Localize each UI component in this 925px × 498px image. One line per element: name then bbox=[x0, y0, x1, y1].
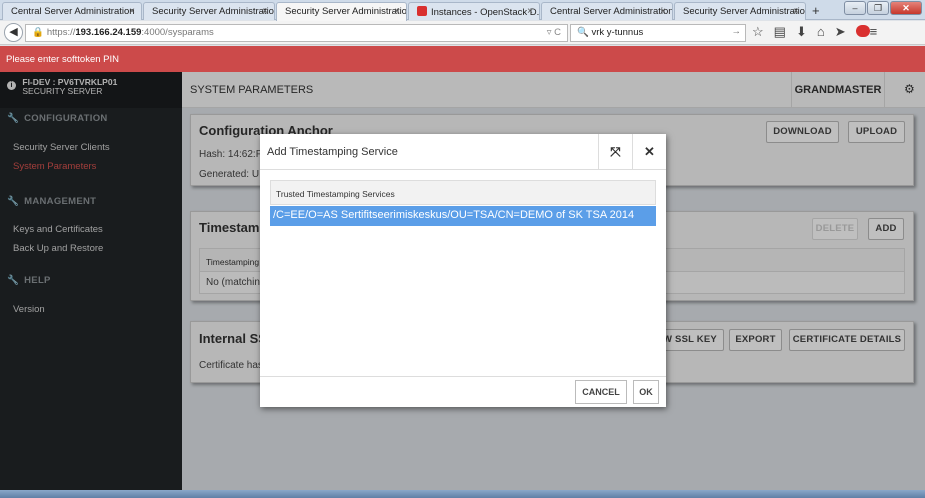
browser-tab-label: Central Server Administration bbox=[11, 6, 135, 17]
menu-icon[interactable]: ≡ bbox=[870, 24, 888, 39]
browser-tab-active[interactable]: Security Server Administration × bbox=[276, 2, 407, 21]
bookmark-star-icon[interactable]: ☆ bbox=[752, 24, 774, 39]
lock-icon: 🔒 bbox=[32, 27, 44, 38]
browser-tab-label: Central Server Administration bbox=[550, 6, 673, 17]
close-icon[interactable]: × bbox=[527, 6, 533, 17]
cancel-button[interactable]: CANCEL bbox=[575, 380, 627, 404]
dialog-footer: CANCEL OK bbox=[260, 376, 666, 407]
browser-tab[interactable]: Central Server Administration × bbox=[2, 2, 142, 20]
url-bar[interactable]: 🔒 https://193.166.24.159:4000/sysparams ▿… bbox=[25, 24, 568, 42]
browser-tab-label: Security Server Administration bbox=[285, 6, 407, 17]
url-path: :4000/sysparams bbox=[141, 27, 214, 38]
browser-tab-strip: Central Server Administration × Security… bbox=[0, 0, 925, 21]
close-icon[interactable]: ✕ bbox=[632, 134, 666, 170]
send-icon[interactable]: ➤ bbox=[835, 24, 856, 39]
new-tab-button[interactable]: + bbox=[812, 3, 820, 18]
dialog-header: Add Timestamping Service ⤧ ✕ bbox=[260, 134, 666, 170]
addon-icon[interactable] bbox=[855, 25, 870, 37]
search-input[interactable]: 🔍 vrk y-tunnus → bbox=[570, 24, 746, 42]
trusted-timestamping-list: Trusted Timestamping Services /C=EE/O=AS… bbox=[270, 180, 656, 376]
reload-icon[interactable]: ▿ C bbox=[547, 27, 561, 38]
close-icon[interactable]: × bbox=[660, 6, 666, 17]
reading-list-icon[interactable]: ▤ bbox=[774, 24, 796, 39]
back-arrow-icon[interactable]: ◀ bbox=[4, 23, 23, 42]
list-item-selected[interactable]: /C=EE/O=AS Sertifitseerimiskeskus/OU=TSA… bbox=[270, 206, 656, 226]
browser-tab[interactable]: Security Server Administration × bbox=[143, 2, 275, 20]
browser-navbar: ◀ 🔒 https://193.166.24.159:4000/sysparams… bbox=[0, 21, 925, 45]
os-taskbar bbox=[0, 490, 925, 498]
softtoken-alert-bar[interactable]: Please enter softtoken PIN bbox=[0, 46, 925, 72]
url-host: 193.166.24.159 bbox=[75, 27, 142, 38]
close-icon[interactable]: × bbox=[129, 6, 135, 17]
browser-tab-label: Security Server Administration bbox=[683, 6, 806, 17]
browser-toolbar-icons: ☆▤⬇⌂➤ ≡ bbox=[752, 24, 887, 40]
dialog-title: Add Timestamping Service bbox=[267, 146, 398, 158]
close-icon[interactable]: × bbox=[793, 6, 799, 17]
openstack-favicon-icon bbox=[417, 6, 427, 16]
browser-tab-label: Security Server Administration bbox=[152, 6, 275, 17]
home-icon[interactable]: ⌂ bbox=[817, 24, 835, 39]
url-prefix: https:// bbox=[46, 27, 76, 38]
add-timestamping-dialog: Add Timestamping Service ⤧ ✕ Trusted Tim… bbox=[260, 134, 666, 407]
browser-tab-label: Instances - OpenStack D... bbox=[431, 7, 540, 18]
close-icon[interactable]: × bbox=[394, 6, 400, 17]
search-value: vrk y-tunnus bbox=[591, 27, 644, 38]
download-icon[interactable]: ⬇ bbox=[796, 24, 817, 39]
browser-tab[interactable]: Security Server Administration × bbox=[674, 2, 806, 20]
browser-tab[interactable]: Central Server Administration × bbox=[541, 2, 673, 20]
ok-button[interactable]: OK bbox=[633, 380, 659, 404]
window-close-icon[interactable]: ✕ bbox=[890, 1, 922, 15]
minimize-icon[interactable]: – bbox=[844, 1, 866, 15]
expand-icon[interactable]: ⤧ bbox=[598, 134, 632, 170]
browser-tab[interactable]: Instances - OpenStack D... × bbox=[408, 2, 540, 20]
maximize-icon[interactable]: ❐ bbox=[867, 1, 889, 15]
search-go-icon[interactable]: → bbox=[732, 26, 742, 37]
search-icon: 🔍 bbox=[577, 27, 589, 38]
close-icon[interactable]: × bbox=[262, 6, 268, 17]
list-header: Trusted Timestamping Services bbox=[270, 180, 656, 205]
window-controls: – ❐ ✕ bbox=[843, 1, 922, 17]
